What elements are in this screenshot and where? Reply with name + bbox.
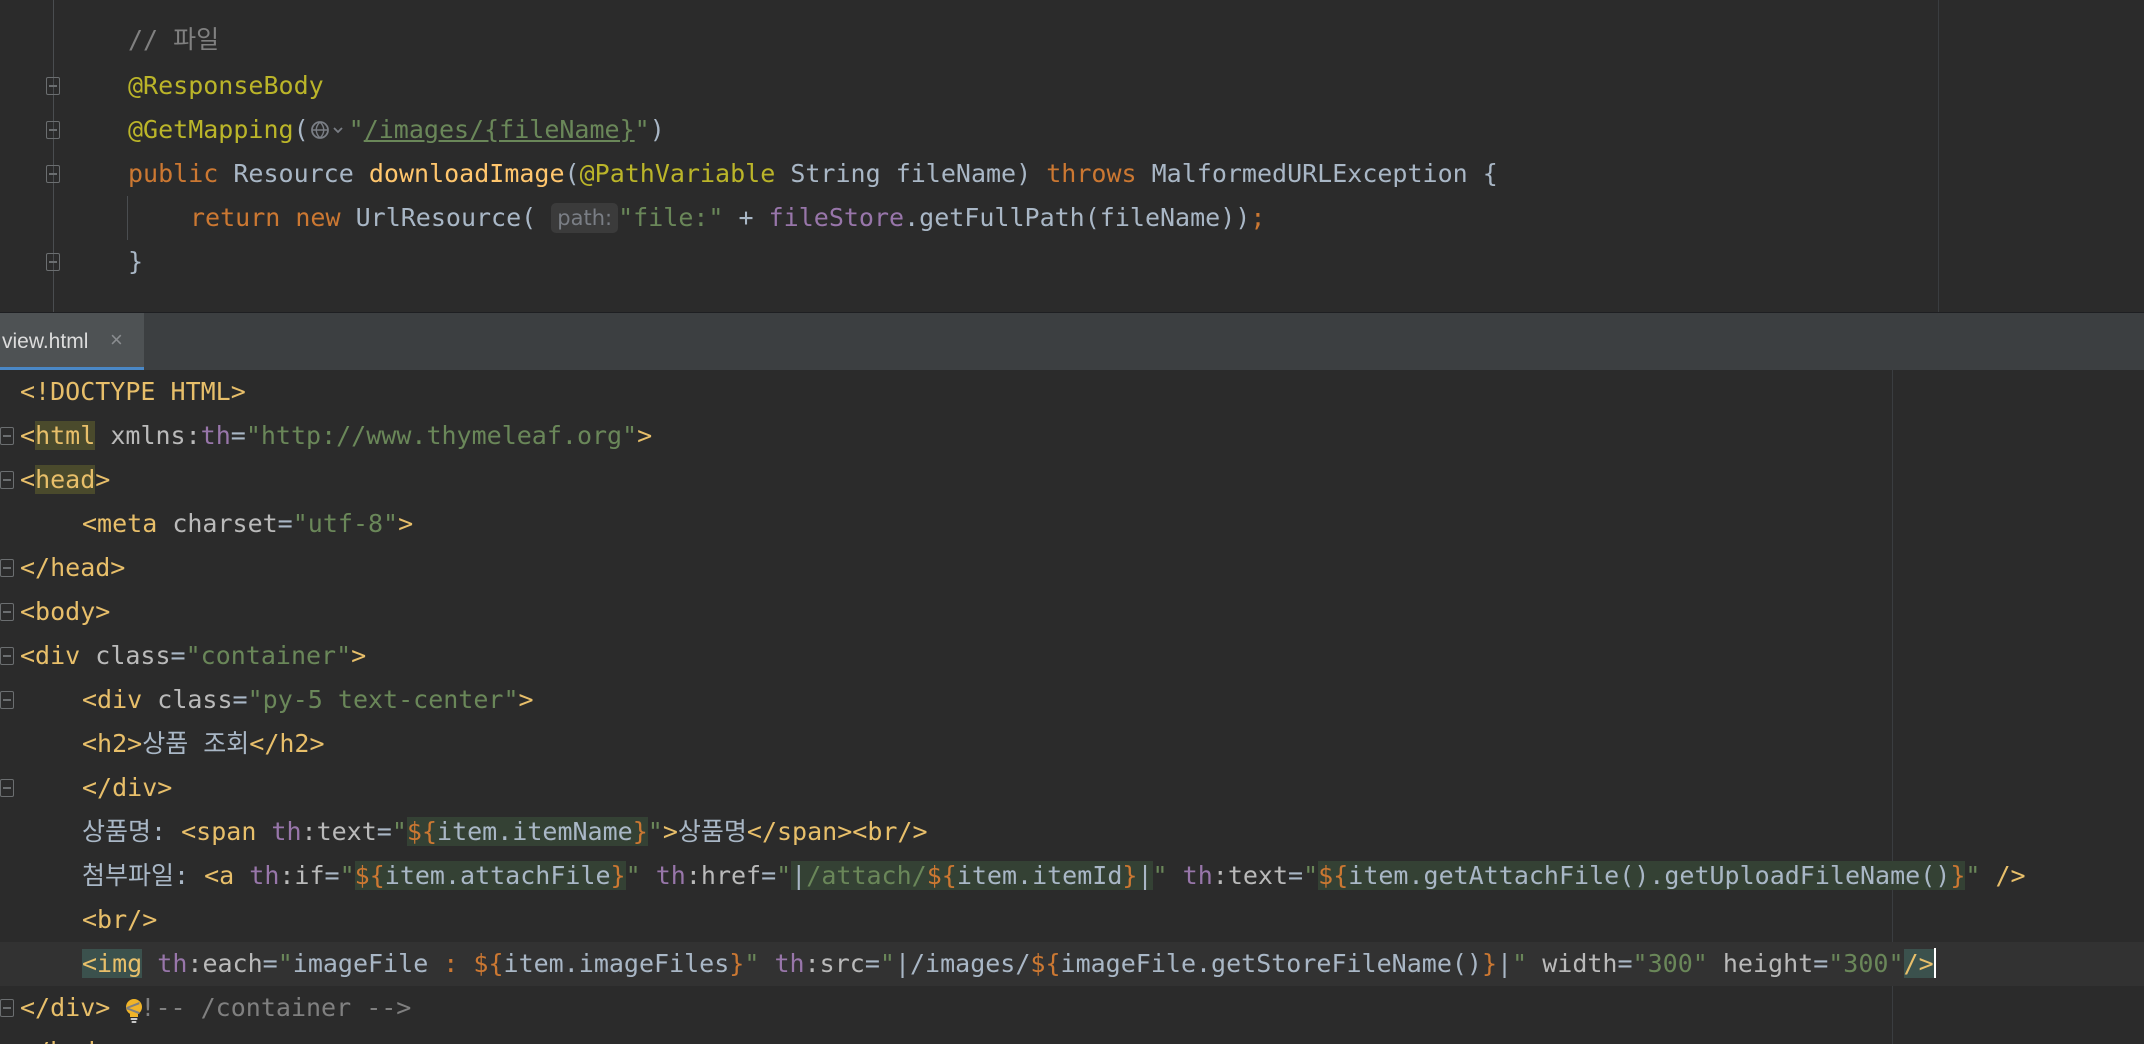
- lightbulb-icon[interactable]: [34, 950, 143, 1023]
- code-line: 첨부파일: <a th:if="${item.attachFile}" th:h…: [82, 861, 2026, 890]
- code-line: </div>: [0, 766, 2144, 810]
- comment: // 파일: [128, 25, 220, 54]
- return-keyword: return: [190, 203, 281, 232]
- close-icon[interactable]: ×: [110, 327, 123, 353]
- throws-keyword: throws: [1046, 159, 1137, 188]
- img-src-prefix: /images/: [910, 949, 1031, 978]
- code-line: @ResponseBody: [0, 64, 2144, 108]
- attach-label: 첨부파일:: [82, 861, 205, 890]
- img-width: "300": [1632, 949, 1708, 978]
- fold-icon[interactable]: [0, 427, 14, 445]
- charset-value: "utf-8": [292, 509, 399, 538]
- code-line: // 파일: [0, 18, 2144, 62]
- parameter-hint: path:: [551, 203, 619, 233]
- each-variable: imageFile: [292, 949, 429, 978]
- code-line: return new UrlResource( path: "file:" + f…: [0, 196, 2144, 240]
- editor-tab-strip: view.html ×: [0, 312, 2144, 371]
- get-mapping-annotation: @GetMapping: [128, 115, 294, 144]
- item-name-label: 상품명:: [82, 817, 182, 846]
- fold-icon[interactable]: [46, 77, 60, 95]
- java-editor-pane[interactable]: // 파일 @ResponseBody @GetMapping("/images…: [0, 0, 2144, 312]
- mapping-url-link[interactable]: /images/{fileName}: [364, 115, 635, 144]
- code-line: public Resource downloadImage(@PathVaria…: [0, 152, 2144, 196]
- fold-icon[interactable]: [46, 121, 60, 139]
- fold-icon[interactable]: [0, 647, 14, 665]
- fold-icon[interactable]: [46, 253, 60, 271]
- current-code-line[interactable]: <img th:each="imageFile : ${item.imageFi…: [0, 942, 2144, 1023]
- response-body-annotation: @ResponseBody: [128, 71, 324, 100]
- container-end-comment: <!-- /container -->: [125, 993, 412, 1022]
- globe-icon[interactable]: [309, 111, 349, 139]
- fold-icon[interactable]: [0, 559, 14, 577]
- fold-icon[interactable]: [0, 603, 14, 621]
- code-line: <h2>상품 조회</h2>: [82, 729, 325, 758]
- get-full-path-call: getFullPath: [919, 203, 1085, 232]
- method-name: downloadImage: [368, 159, 565, 188]
- code-line: <div class="py-5 text-center">: [0, 678, 2144, 722]
- text-cursor: [1933, 948, 1936, 978]
- public-keyword: public: [128, 159, 219, 188]
- fold-icon[interactable]: [0, 779, 14, 797]
- item-name-fallback: 상품명: [677, 817, 747, 846]
- url-resource-class: UrlResource: [355, 203, 522, 232]
- code-line: <meta charset="utf-8">: [82, 509, 414, 538]
- return-type: Resource: [233, 159, 354, 188]
- code-line: </div> <!-- /container -->: [0, 986, 2144, 1030]
- img-height: "300": [1828, 949, 1904, 978]
- code-line: <div class="container">: [0, 634, 2144, 678]
- tab-view-html[interactable]: view.html ×: [0, 313, 144, 371]
- file-store-field: fileStore: [768, 203, 905, 232]
- path-variable-annotation: @PathVariable: [579, 159, 776, 188]
- fold-icon[interactable]: [0, 691, 14, 709]
- param-type: String: [790, 159, 881, 188]
- py5-class: "py-5 text-center": [247, 685, 519, 714]
- param-name: fileName: [895, 159, 1017, 188]
- closing-brace: }: [128, 247, 144, 276]
- code-line: <head>: [0, 458, 2144, 502]
- thymeleaf-namespace: "http://www.thymeleaf.org": [245, 421, 638, 450]
- fold-icon[interactable]: [0, 471, 14, 489]
- new-keyword: new: [295, 203, 341, 232]
- fold-icon[interactable]: [46, 165, 60, 183]
- container-class: "container": [185, 641, 352, 670]
- code-line: <html xmlns:th="http://www.thymeleaf.org…: [0, 414, 2144, 458]
- tab-label: view.html: [2, 330, 89, 353]
- code-line: <!DOCTYPE HTML>: [0, 370, 2144, 414]
- code-line: }: [0, 240, 2144, 284]
- code-line: @GetMapping("/images/{fileName}"): [0, 108, 2144, 152]
- code-line: </head>: [0, 546, 2144, 590]
- attach-href-prefix: /attach/: [806, 861, 927, 890]
- exception-type: MalformedURLException: [1151, 159, 1468, 188]
- fold-icon[interactable]: [0, 999, 14, 1017]
- code-line: <body>: [0, 590, 2144, 634]
- code-line: <br/>: [82, 905, 158, 934]
- code-line: 상품명: <span th:text="${item.itemName}">상품…: [82, 817, 928, 846]
- file-prefix-string: "file:": [618, 203, 724, 232]
- html-editor-pane[interactable]: <!DOCTYPE HTML> <html xmlns:th="http://w…: [0, 370, 2144, 1044]
- code-line: </body>: [0, 1030, 2144, 1044]
- h2-text: 상품 조회: [142, 729, 250, 758]
- doctype: <!DOCTYPE HTML>: [20, 377, 246, 406]
